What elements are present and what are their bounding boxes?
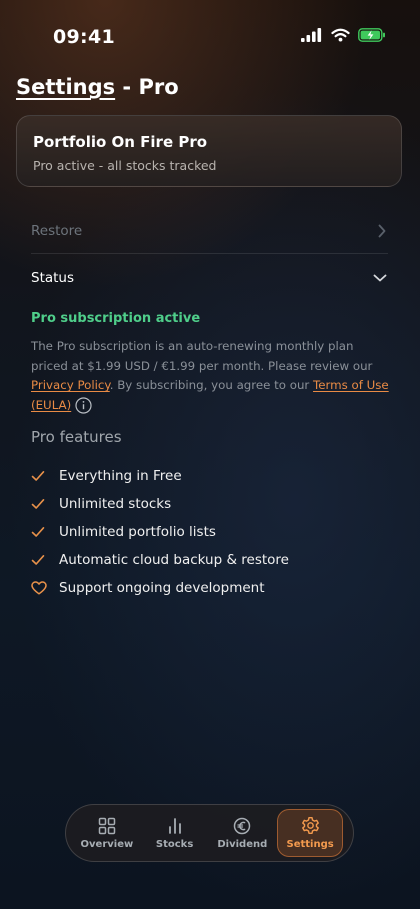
page-title-text: Pro (138, 75, 179, 99)
tab-stocks[interactable]: Stocks (142, 809, 208, 857)
feature-item: Automatic cloud backup & restore (31, 546, 289, 574)
feature-label: Automatic cloud backup & restore (59, 552, 289, 568)
check-icon (31, 498, 59, 510)
description-text: The Pro subscription is an auto-renewing… (31, 339, 373, 373)
subscription-description: The Pro subscription is an auto-renewing… (31, 337, 391, 415)
status-time: 09:41 (53, 26, 115, 48)
tab-label: Dividend (217, 838, 268, 850)
feature-label: Everything in Free (59, 468, 182, 484)
status-label: Status (31, 270, 75, 286)
breadcrumb-settings-link[interactable]: Settings (16, 75, 115, 99)
feature-item: Everything in Free (31, 462, 289, 490)
subscription-status-label: Pro subscription active (31, 311, 201, 326)
info-icon[interactable] (75, 396, 92, 414)
grid-icon (98, 817, 116, 834)
heart-icon (31, 581, 59, 595)
status-icons (301, 28, 386, 42)
feature-label: Unlimited portfolio lists (59, 524, 216, 540)
feature-item: Unlimited portfolio lists (31, 518, 289, 546)
chevron-right-icon (378, 224, 386, 238)
chevron-down-icon (373, 274, 387, 282)
feature-label: Support ongoing development (59, 580, 265, 596)
tab-label: Stocks (155, 838, 194, 850)
title-separator: - (115, 75, 139, 99)
features-list: Everything in Free Unlimited stocks Unli… (31, 462, 289, 602)
euro-icon (234, 817, 251, 834)
status-row[interactable]: Status (31, 267, 387, 289)
tab-label: Overview (80, 838, 134, 850)
gear-icon (301, 816, 319, 835)
wifi-icon (331, 28, 350, 42)
cellular-signal-icon (301, 28, 322, 42)
feature-label: Unlimited stocks (59, 496, 172, 512)
feature-item: Unlimited stocks (31, 490, 289, 518)
tab-overview[interactable]: Overview (74, 809, 140, 857)
privacy-policy-link[interactable]: Privacy Policy (31, 378, 110, 392)
pro-card-title: Portfolio On Fire Pro (33, 133, 208, 151)
pro-plan-card: Portfolio On Fire Pro Pro active - all s… (16, 115, 402, 187)
check-icon (31, 554, 59, 566)
tab-settings[interactable]: Settings (277, 809, 343, 857)
feature-item: Support ongoing development (31, 574, 289, 602)
row-divider (31, 253, 388, 254)
check-icon (31, 470, 59, 482)
status-bar: 09:41 (0, 0, 420, 70)
tab-dividend[interactable]: Dividend (209, 809, 275, 857)
restore-label: Restore (31, 223, 83, 239)
bottom-tab-bar: Overview Stocks Dividend Settings (65, 804, 354, 862)
description-text-2: . By subscribing, you agree to our (109, 378, 314, 392)
page-title: Settings - Pro (16, 75, 179, 99)
pro-features-title: Pro features (31, 428, 122, 446)
pro-card-subtitle: Pro active - all stocks tracked (33, 158, 217, 173)
check-icon (31, 526, 59, 538)
tab-label: Settings (286, 839, 334, 850)
battery-charging-icon (358, 28, 385, 42)
restore-row[interactable]: Restore (31, 220, 387, 242)
bar-chart-icon (168, 817, 181, 834)
